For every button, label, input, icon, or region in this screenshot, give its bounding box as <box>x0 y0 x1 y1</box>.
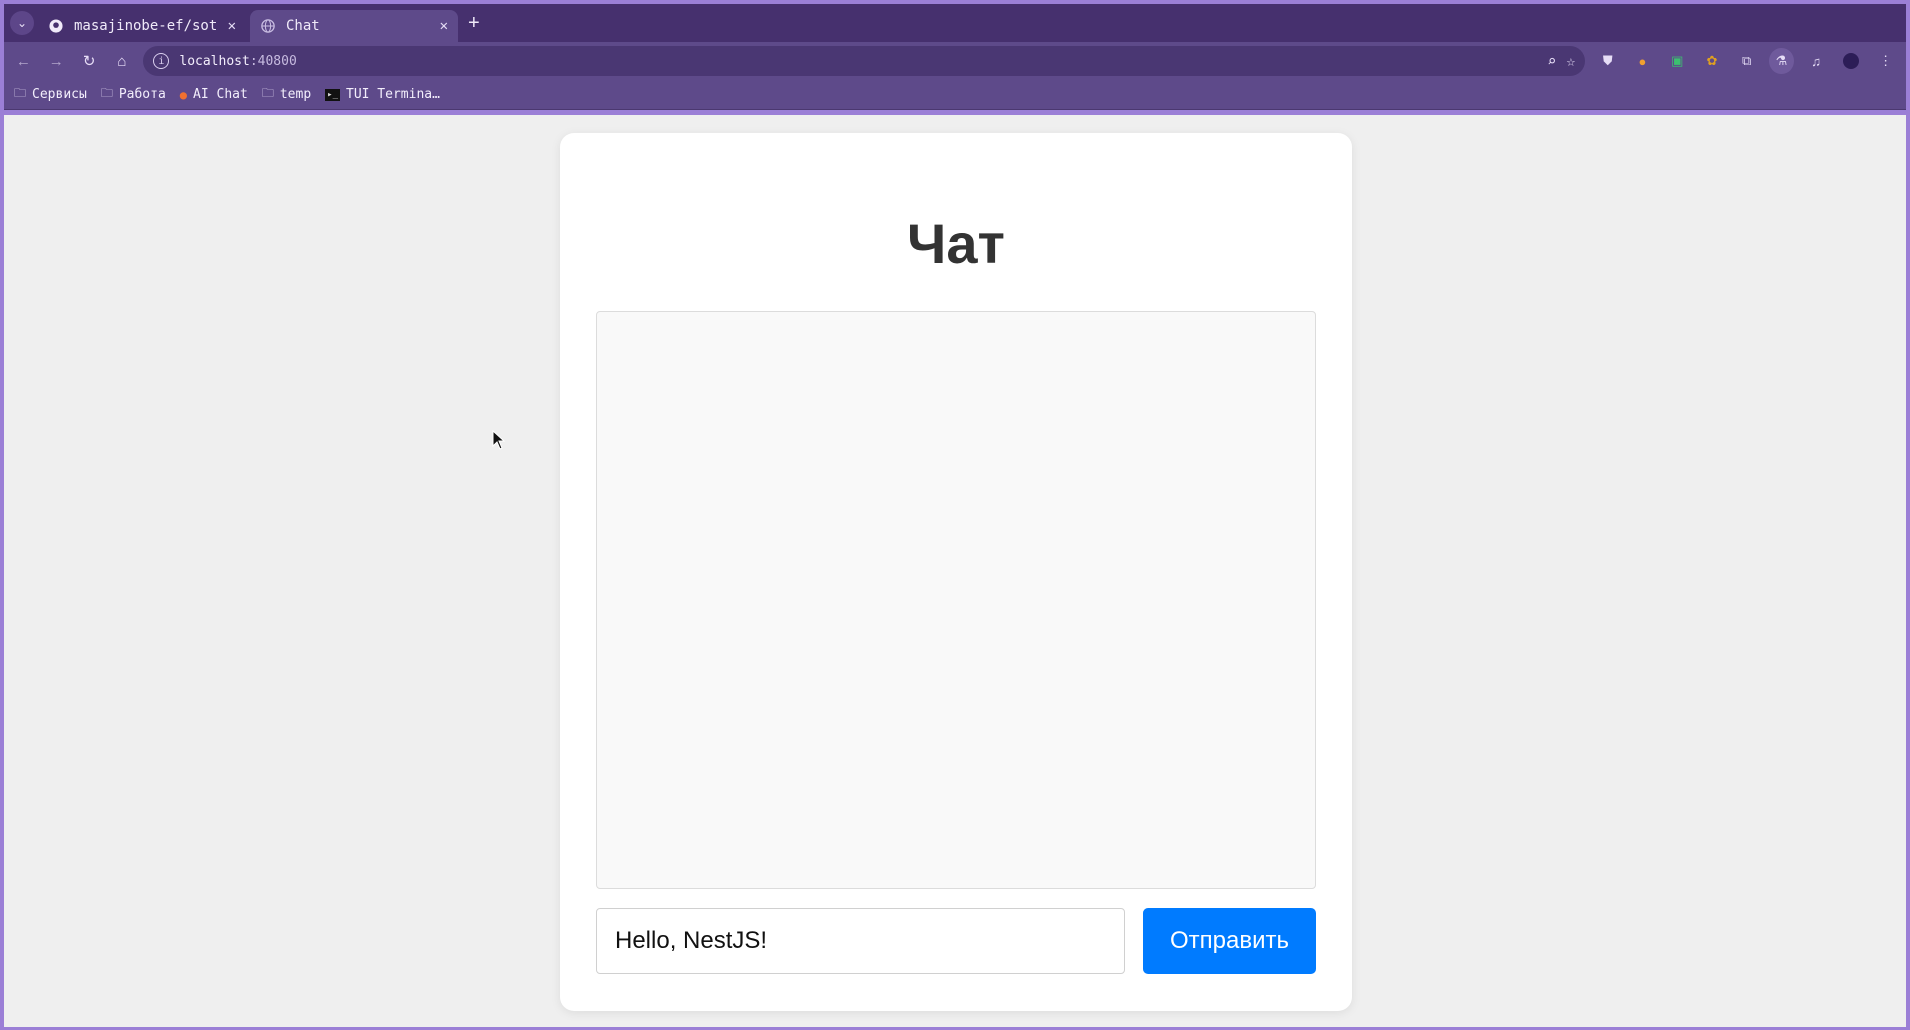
address-bar[interactable]: i localhost:40800 ⌕ ☆ <box>143 46 1586 76</box>
star-icon[interactable]: ☆ <box>1566 52 1575 70</box>
toolbar: ← → ↻ ⌂ i localhost:40800 ⌕ ☆ ⛊ ● ▣ ✿ ⧉ … <box>4 42 1906 80</box>
bookmark-temp[interactable]: 🗀 temp <box>262 84 311 105</box>
folder-icon: 🗀 <box>261 86 274 100</box>
close-icon[interactable]: ✕ <box>228 18 236 34</box>
url-text: localhost:40800 <box>179 53 297 69</box>
forward-arrow-icon[interactable]: → <box>45 49 68 73</box>
extension-orange-icon[interactable]: ● <box>1630 48 1655 74</box>
extension-green-icon[interactable]: ▣ <box>1665 48 1690 74</box>
bookmark-label: AI Chat <box>193 87 248 102</box>
bookmark-tui-terminal[interactable]: ▸_ TUI Termina… <box>325 87 440 102</box>
mouse-cursor-icon <box>492 430 506 450</box>
globe-icon <box>260 18 276 34</box>
tab-github[interactable]: masajinobe-ef/sotyj ✕ <box>38 10 246 42</box>
site-info-icon[interactable]: i <box>153 53 170 69</box>
bookmark-servisy[interactable]: 🗀 Сервисы <box>14 84 87 105</box>
terminal-icon: ▸_ <box>325 88 340 101</box>
reload-icon[interactable]: ↻ <box>78 49 101 73</box>
folder-icon: 🗀 <box>100 86 113 100</box>
bookmark-label: Работа <box>118 87 166 102</box>
flask-icon[interactable]: ⚗ <box>1769 48 1794 74</box>
new-tab-button[interactable]: + <box>468 12 480 35</box>
browser-window: ⌄ masajinobe-ef/sotyj ✕ Chat ✕ + ← → ↻ ⌂… <box>4 4 1906 1027</box>
bookmark-rabota[interactable]: 🗀 Работа <box>101 84 166 105</box>
message-input[interactable] <box>596 908 1125 974</box>
extension-badge-icon[interactable]: ✿ <box>1700 48 1725 74</box>
bookmark-ai-chat[interactable]: ● AI Chat <box>180 87 248 102</box>
page-viewport: Чат Отправить <box>4 115 1906 1027</box>
home-icon[interactable]: ⌂ <box>111 49 134 73</box>
folder-icon: 🗀 <box>14 86 27 100</box>
bookmark-label: Сервисы <box>32 87 87 102</box>
media-icon[interactable]: ♫ <box>1804 48 1829 74</box>
zoom-icon[interactable]: ⌕ <box>1547 52 1556 70</box>
shield-extension-icon[interactable]: ⛊ <box>1595 48 1620 74</box>
bookmarks-bar: 🗀 Сервисы 🗀 Работа ● AI Chat 🗀 temp ▸_ TUI Te… <box>4 80 1906 110</box>
github-icon <box>48 18 64 34</box>
tab-bar: ⌄ masajinobe-ef/sotyj ✕ Chat ✕ + <box>4 4 1906 42</box>
avatar[interactable] <box>1839 48 1864 74</box>
menu-icon[interactable]: ⋮ <box>1873 48 1898 74</box>
tab-title: Chat <box>286 18 320 34</box>
bookmark-label: TUI Termina… <box>346 87 440 102</box>
chat-card: Чат Отправить <box>560 133 1352 1011</box>
ai-chat-icon: ● <box>179 87 188 102</box>
back-arrow-icon[interactable]: ← <box>12 49 35 73</box>
send-button[interactable]: Отправить <box>1143 908 1316 974</box>
bookmark-label: temp <box>279 87 312 102</box>
puzzle-icon[interactable]: ⧉ <box>1734 48 1759 74</box>
chevron-down-icon: ⌄ <box>16 16 28 30</box>
tab-title: masajinobe-ef/sotyj <box>74 18 218 34</box>
close-icon[interactable]: ✕ <box>440 18 448 34</box>
tab-list-button[interactable]: ⌄ <box>10 11 34 35</box>
tab-chat[interactable]: Chat ✕ <box>250 10 458 42</box>
messages-area[interactable] <box>596 311 1316 889</box>
page-title: Чат <box>907 212 1005 275</box>
